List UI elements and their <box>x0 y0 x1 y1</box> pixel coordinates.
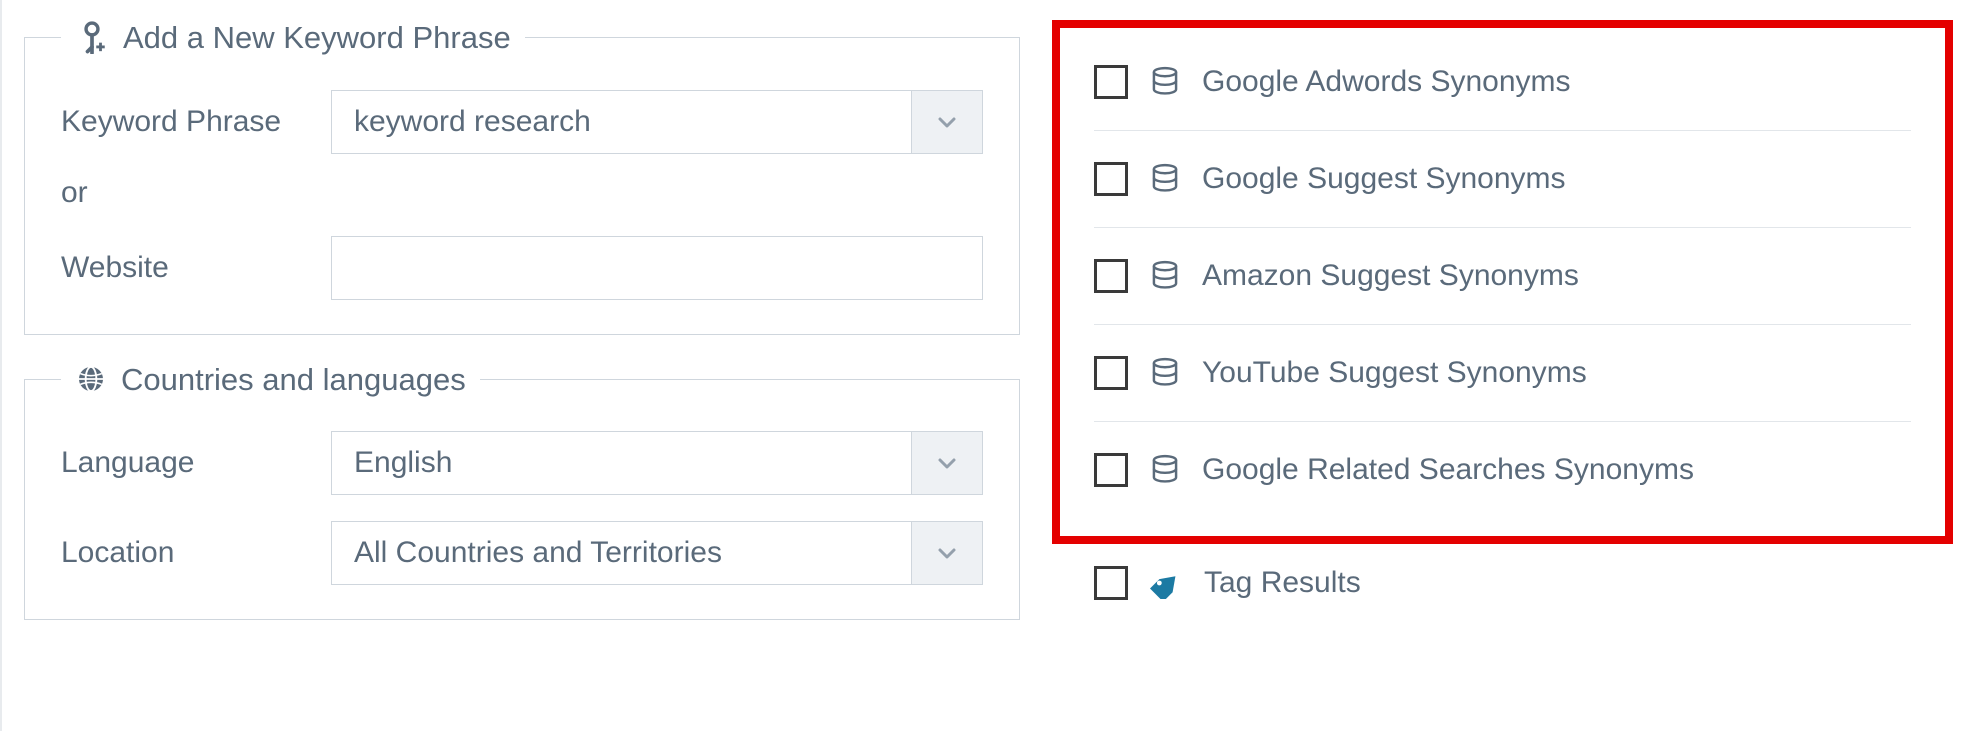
key-plus-icon <box>75 20 109 54</box>
keyword-phrase-value: keyword research <box>332 91 912 153</box>
synonym-option-label: Google Suggest Synonyms <box>1202 162 1566 196</box>
synonym-option-label: Amazon Suggest Synonyms <box>1202 259 1579 293</box>
synonym-option-label: Google Related Searches Synonyms <box>1202 453 1694 487</box>
language-value: English <box>332 432 912 494</box>
language-dropdown-button[interactable] <box>912 432 982 494</box>
synonym-option-google-adwords[interactable]: Google Adwords Synonyms <box>1094 34 1911 131</box>
keyword-phrase-panel: Add a New Keyword Phrase Keyword Phrase … <box>24 20 1020 335</box>
location-label: Location <box>61 536 331 570</box>
chevron-down-icon <box>935 110 959 134</box>
locale-panel: Countries and languages Language English… <box>24 363 1020 620</box>
synonym-option-label: YouTube Suggest Synonyms <box>1202 356 1587 390</box>
keyword-panel-legend: Add a New Keyword Phrase <box>123 22 511 53</box>
location-value: All Countries and Territories <box>332 522 912 584</box>
language-combo[interactable]: English <box>331 431 983 495</box>
keyword-phrase-dropdown-button[interactable] <box>912 91 982 153</box>
synonym-option-google-suggest[interactable]: Google Suggest Synonyms <box>1094 131 1911 228</box>
location-combo[interactable]: All Countries and Territories <box>331 521 983 585</box>
checkbox-google-adwords[interactable] <box>1094 65 1128 99</box>
checkbox-amazon-suggest[interactable] <box>1094 259 1128 293</box>
checkbox-google-related[interactable] <box>1094 453 1128 487</box>
location-dropdown-button[interactable] <box>912 522 982 584</box>
globe-icon <box>75 363 107 395</box>
synonym-option-amazon-suggest[interactable]: Amazon Suggest Synonyms <box>1094 228 1911 325</box>
tag-icon <box>1150 567 1182 599</box>
synonym-option-google-related[interactable]: Google Related Searches Synonyms <box>1094 422 1911 518</box>
locale-panel-legend: Countries and languages <box>121 364 466 395</box>
website-label: Website <box>61 251 331 285</box>
keyword-phrase-label: Keyword Phrase <box>61 105 331 139</box>
synonym-sources-highlight: Google Adwords Synonyms Google Suggest S… <box>1052 20 1953 544</box>
chevron-down-icon <box>935 451 959 475</box>
keyword-phrase-combo[interactable]: keyword research <box>331 90 983 154</box>
language-label: Language <box>61 446 331 480</box>
synonym-option-label: Google Adwords Synonyms <box>1202 65 1571 99</box>
tag-results-option[interactable]: Tag Results <box>1052 548 1953 618</box>
tag-results-label: Tag Results <box>1204 566 1361 600</box>
database-icon <box>1150 66 1180 98</box>
checkbox-tag-results[interactable] <box>1094 566 1128 600</box>
or-separator: or <box>61 176 983 210</box>
database-icon <box>1150 260 1180 292</box>
website-input-wrapper <box>331 236 983 300</box>
database-icon <box>1150 163 1180 195</box>
checkbox-youtube-suggest[interactable] <box>1094 356 1128 390</box>
synonym-option-youtube-suggest[interactable]: YouTube Suggest Synonyms <box>1094 325 1911 422</box>
website-input[interactable] <box>332 237 982 299</box>
database-icon <box>1150 357 1180 389</box>
chevron-down-icon <box>935 541 959 565</box>
checkbox-google-suggest[interactable] <box>1094 162 1128 196</box>
database-icon <box>1150 454 1180 486</box>
